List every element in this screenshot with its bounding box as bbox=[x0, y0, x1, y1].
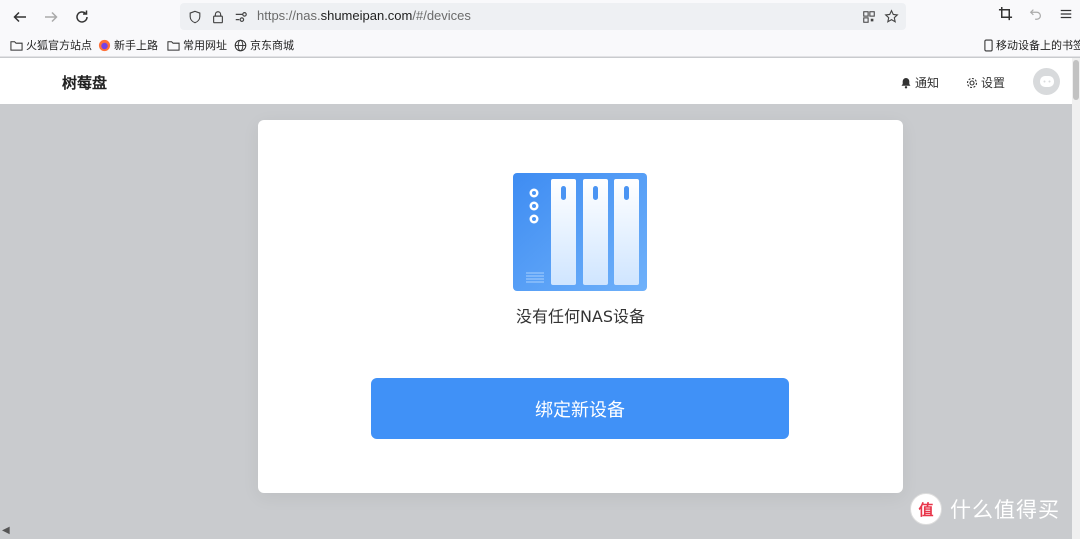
nas-device-icon bbox=[513, 173, 647, 291]
shield-icon[interactable] bbox=[187, 9, 202, 24]
bookmark-star-icon[interactable] bbox=[884, 9, 899, 24]
firefox-icon bbox=[98, 39, 111, 52]
bookmark-item[interactable]: 火狐官方站点 bbox=[10, 37, 92, 53]
mobile-bookmarks-label: 移动设备上的书签 bbox=[996, 39, 1080, 52]
lock-icon[interactable] bbox=[210, 9, 225, 24]
settings-label: 设置 bbox=[981, 76, 1006, 90]
user-avatar-icon bbox=[1039, 75, 1054, 87]
mobile-bookmarks[interactable]: 移动设备上的书签 bbox=[983, 37, 1080, 53]
url-prefix: https://nas. bbox=[257, 8, 321, 23]
watermark-logo: 值 bbox=[910, 493, 942, 525]
bind-new-device-button[interactable]: 绑定新设备 bbox=[371, 378, 789, 439]
bookmark-label: 京东商城 bbox=[250, 39, 294, 52]
permissions-icon[interactable] bbox=[233, 9, 248, 24]
bookmark-item[interactable]: 京东商城 bbox=[234, 37, 294, 53]
bookmarks-bar: 火狐官方站点 新手上路 常用网址 京东商城 移动设备上的书签 bbox=[0, 33, 1080, 57]
reload-button[interactable] bbox=[67, 2, 97, 32]
brand-title: 树莓盘 bbox=[62, 74, 108, 92]
app-header: 树莓盘 通知 设置 bbox=[0, 58, 1072, 104]
browser-toolbar: https://nas.shumeipan.com/#/devices bbox=[0, 0, 1080, 33]
scrollbar-thumb[interactable] bbox=[1073, 60, 1079, 100]
empty-devices-card: 没有任何NAS设备 绑定新设备 bbox=[258, 120, 903, 493]
back-button[interactable] bbox=[5, 2, 35, 32]
menu-icon[interactable] bbox=[1059, 6, 1073, 25]
watermark: 值 什么值得买 bbox=[910, 493, 1060, 525]
avatar[interactable] bbox=[1033, 68, 1060, 95]
bookmark-label: 新手上路 bbox=[114, 39, 158, 52]
reload-icon bbox=[76, 10, 88, 23]
notifications-label: 通知 bbox=[915, 76, 940, 90]
folder-icon bbox=[10, 39, 23, 52]
undo-icon[interactable] bbox=[1029, 6, 1043, 25]
forward-button[interactable] bbox=[36, 2, 66, 32]
mobile-device-icon bbox=[983, 39, 993, 52]
bookmark-item[interactable]: 常用网址 bbox=[167, 37, 227, 53]
scroll-left-arrow[interactable]: ◀ bbox=[2, 525, 10, 536]
url-bar[interactable]: https://nas.shumeipan.com/#/devices bbox=[180, 3, 906, 30]
gear-icon bbox=[966, 77, 978, 88]
url-text[interactable]: https://nas.shumeipan.com/#/devices bbox=[257, 8, 471, 23]
watermark-logo-char: 值 bbox=[918, 500, 934, 519]
qr-code-icon[interactable] bbox=[861, 9, 876, 24]
vertical-scrollbar[interactable] bbox=[1072, 58, 1080, 539]
bookmark-label: 常用网址 bbox=[183, 39, 227, 52]
globe-icon bbox=[234, 39, 247, 52]
arrow-right-icon bbox=[45, 11, 58, 23]
settings-button[interactable]: 设置 bbox=[966, 74, 1005, 91]
url-domain: shumeipan.com bbox=[320, 8, 413, 23]
arrow-left-icon bbox=[13, 11, 26, 23]
empty-state-text: 没有任何NAS设备 bbox=[515, 307, 646, 326]
folder-icon bbox=[167, 39, 180, 52]
bookmark-label: 火狐官方站点 bbox=[26, 39, 92, 52]
bell-icon bbox=[901, 77, 911, 88]
bookmark-item[interactable]: 新手上路 bbox=[98, 37, 158, 53]
notifications-button[interactable]: 通知 bbox=[900, 74, 939, 91]
watermark-text: 什么值得买 bbox=[950, 498, 1060, 522]
screenshot-icon[interactable] bbox=[998, 6, 1013, 25]
url-suffix: /#/devices bbox=[412, 8, 471, 23]
